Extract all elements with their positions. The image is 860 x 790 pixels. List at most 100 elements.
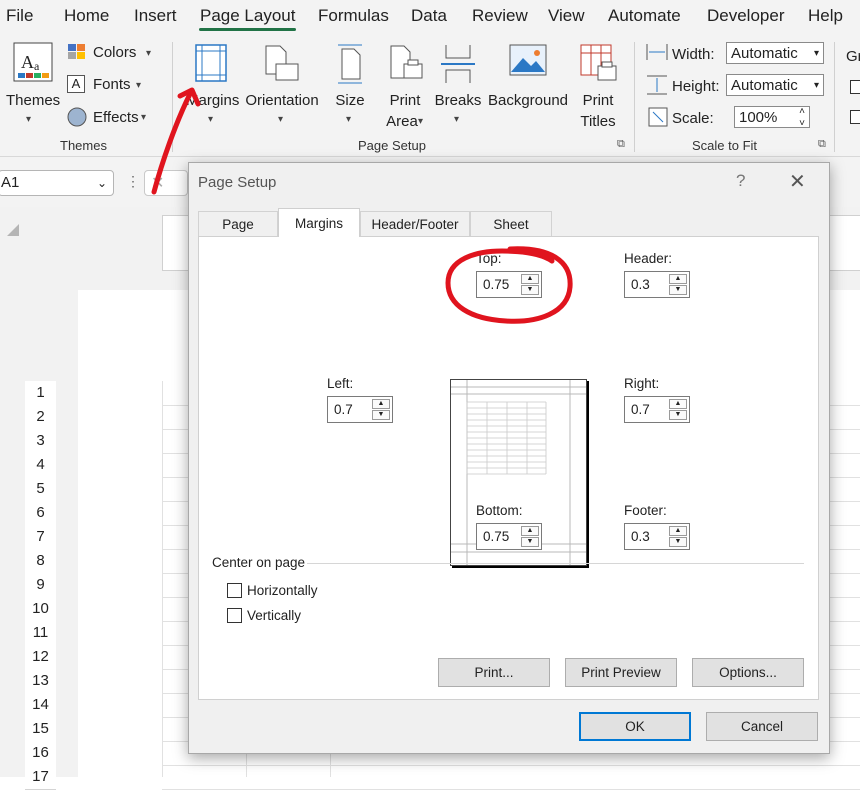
footer-margin-value: 0.3 [631,529,650,544]
right-margin-value: 0.7 [631,402,650,417]
cancel-button[interactable]: Cancel [706,712,818,741]
tab-formulas[interactable]: Formulas [318,6,389,26]
help-icon[interactable]: ? [736,171,745,191]
print-area-icon [390,45,423,79]
row-header[interactable]: 15 [25,717,56,742]
group-label-page-setup: Page Setup [358,138,426,153]
width-select[interactable]: Automatic ▾ [726,42,824,64]
right-margin-input[interactable]: 0.7 ▲ ▼ [624,396,690,423]
more-icon[interactable]: ⋮ [126,173,140,190]
width-icon [646,44,668,60]
height-icon [647,75,667,95]
row-header[interactable]: 1 [25,381,56,406]
section-divider [307,563,804,564]
tab-header-footer[interactable]: Header/Footer [360,211,470,236]
spin-down-icon[interactable]: ▼ [372,410,390,420]
tab-data[interactable]: Data [411,6,447,26]
left-margin-input[interactable]: 0.7 ▲ ▼ [327,396,393,423]
row-header[interactable]: 9 [25,573,56,598]
print-titles-icon [580,44,617,81]
tab-insert[interactable]: Insert [134,6,177,26]
breaks-label: Breaks [434,92,482,109]
colors-icon [68,44,85,59]
effects-label: Effects [93,109,139,126]
horizontally-checkbox[interactable] [227,583,242,598]
ok-button[interactable]: OK [579,712,691,741]
size-button[interactable]: Size ▾ [330,40,370,126]
dialog-title: Page Setup [198,174,277,191]
row-header[interactable]: 13 [25,669,56,694]
tab-help[interactable]: Help [808,6,843,26]
row-header[interactable]: 7 [25,525,56,550]
tab-sheet[interactable]: Sheet [470,211,552,236]
row-header[interactable]: 10 [25,597,56,622]
row-header[interactable]: 16 [25,741,56,766]
group-label-themes: Themes [60,138,107,153]
row-header[interactable]: 14 [25,693,56,718]
spin-down-icon[interactable]: ▼ [521,537,539,547]
spin-down-icon[interactable]: ▼ [669,285,687,295]
height-value: Automatic [731,77,798,94]
dialog-launcher-icon[interactable]: ⧉ [617,138,625,151]
row-header[interactable]: 6 [25,501,56,526]
name-box[interactable]: A1 ⌄ [0,170,114,196]
header-margin-input[interactable]: 0.3 ▲ ▼ [624,271,690,298]
tab-developer[interactable]: Developer [707,6,785,26]
orientation-button[interactable]: Orientation ▾ [242,40,322,126]
print-preview-button[interactable]: Print Preview [565,658,677,687]
themes-button[interactable]: A a Themes ▾ [6,40,60,126]
tab-page-layout[interactable]: Page Layout [200,6,295,26]
tab-home[interactable]: Home [64,6,109,26]
options-button[interactable]: Options... [692,658,804,687]
ribbon: A a Themes ▾ Colors ▾ A Fonts ▾ Effects … [0,34,860,157]
scale-spinner[interactable]: 100% ˄ ˅ [734,106,810,129]
row-header[interactable]: 8 [25,549,56,574]
spin-up-icon[interactable]: ▲ [669,274,687,284]
header-label: Header: [624,251,673,266]
chevron-down-icon: ▾ [26,114,32,125]
colors-label: Colors [93,44,137,61]
name-box-value: A1 [1,174,20,191]
row-header[interactable]: 17 [25,765,56,790]
row-header[interactable]: 12 [25,645,56,670]
tab-view[interactable]: View [548,6,585,26]
spin-up-icon[interactable]: ▲ [372,399,390,409]
size-label: Size [335,92,365,109]
row-header[interactable]: 3 [25,429,56,454]
print-button[interactable]: Print... [438,658,550,687]
tab-automate[interactable]: Automate [608,6,681,26]
select-all-icon[interactable] [6,223,20,237]
breaks-button[interactable]: Breaks ▾ [434,40,482,126]
spin-up-icon[interactable]: ▲ [521,526,539,536]
header-margin-value: 0.3 [631,277,650,292]
print-titles-button[interactable]: Print Titles [574,40,622,130]
vertically-checkbox[interactable] [227,608,242,623]
gridlines-view-checkbox[interactable] [850,80,860,94]
row-header[interactable]: 5 [25,477,56,502]
spin-up-icon[interactable]: ▲ [669,399,687,409]
row-header[interactable]: 2 [25,405,56,430]
chevron-down-icon[interactable]: ˅ [799,113,805,135]
spin-down-icon[interactable]: ▼ [669,537,687,547]
colors-button[interactable]: Colors ▾ [66,42,162,64]
tab-review[interactable]: Review [472,6,528,26]
close-icon[interactable]: ✕ [789,169,806,194]
row-header[interactable]: 4 [25,453,56,478]
fonts-icon: A [67,75,85,93]
background-button[interactable]: Background [486,40,570,126]
tab-page[interactable]: Page [198,211,278,236]
gridlines-print-checkbox[interactable] [850,110,860,124]
bottom-margin-value: 0.75 [483,529,510,544]
row-header[interactable]: 11 [25,621,56,646]
spin-up-icon[interactable]: ▲ [669,526,687,536]
dialog-launcher-icon[interactable]: ⧉ [818,138,826,151]
tab-file[interactable]: File [6,6,33,26]
width-value: Automatic [731,45,798,62]
bottom-margin-input[interactable]: 0.75 ▲ ▼ [476,523,542,550]
horizontally-label: Horizontally [247,583,318,598]
print-area-button[interactable]: Print Area ▾ [380,40,430,130]
tab-margins[interactable]: Margins [278,208,360,237]
spin-down-icon[interactable]: ▼ [669,410,687,420]
footer-margin-input[interactable]: 0.3 ▲ ▼ [624,523,690,550]
height-select[interactable]: Automatic ▾ [726,74,824,96]
